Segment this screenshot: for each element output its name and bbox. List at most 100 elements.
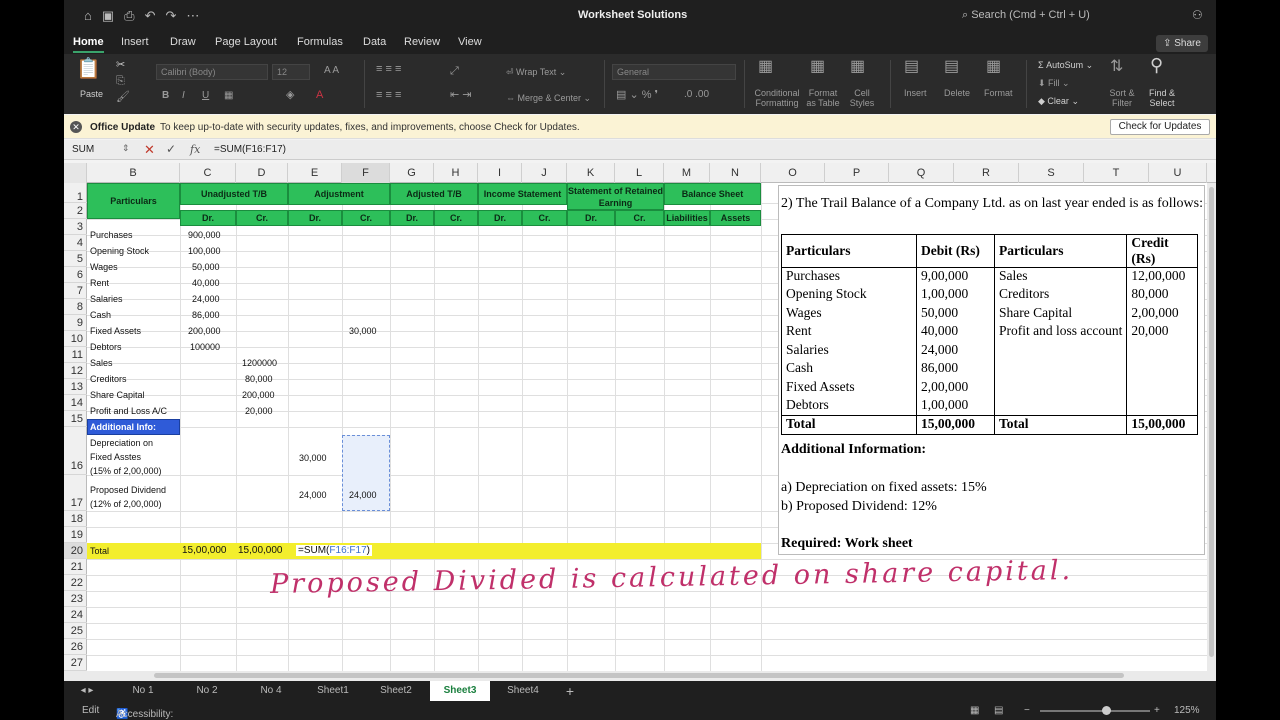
additional-info-cell[interactable]: Additional Info: bbox=[87, 419, 180, 435]
column-header[interactable]: G bbox=[390, 163, 434, 183]
cell-label[interactable]: Debtors bbox=[90, 342, 122, 352]
row-header[interactable]: 8 bbox=[64, 299, 87, 315]
scroll-thumb[interactable] bbox=[1209, 187, 1214, 657]
font-name-select[interactable]: Calibri (Body) bbox=[156, 64, 268, 80]
column-header[interactable]: J bbox=[522, 163, 567, 183]
tab-formulas[interactable]: Formulas bbox=[297, 36, 343, 48]
column-header[interactable]: N bbox=[710, 163, 761, 183]
indent-icon[interactable]: ⇤ ⇥ bbox=[450, 90, 472, 101]
active-cell-formula[interactable]: =SUM(F16:F17) bbox=[296, 545, 372, 556]
cut-icon[interactable]: ✂ bbox=[116, 60, 125, 71]
bold-icon[interactable]: B bbox=[162, 91, 169, 101]
tab-draw[interactable]: Draw bbox=[170, 36, 196, 48]
zoom-level[interactable]: 125% bbox=[1174, 705, 1200, 716]
column-header[interactable]: K bbox=[567, 163, 615, 183]
check-for-updates-button[interactable]: Check for Updates bbox=[1110, 119, 1210, 135]
cell-debit[interactable]: 900,000 bbox=[188, 230, 221, 240]
row-header[interactable]: 3 bbox=[64, 219, 87, 235]
align-top-icon[interactable]: ≡ ≡ ≡ bbox=[376, 64, 401, 75]
column-header[interactable]: I bbox=[478, 163, 522, 183]
page-layout-view-icon[interactable]: ▤ bbox=[994, 705, 1003, 716]
italic-icon[interactable]: I bbox=[182, 91, 185, 101]
row-header[interactable]: 1 bbox=[64, 183, 87, 203]
find-select-button[interactable]: Find & Select bbox=[1146, 88, 1178, 108]
column-header[interactable]: H bbox=[434, 163, 478, 183]
fill-button[interactable]: ⬇ Fill ⌄ bbox=[1038, 78, 1070, 88]
close-icon[interactable]: ✕ bbox=[70, 121, 82, 133]
clear-button[interactable]: ◆ Clear ⌄ bbox=[1038, 96, 1079, 106]
sheet-tab[interactable]: No 2 bbox=[178, 681, 236, 701]
merge-center-button[interactable]: ⇔ Merge & Center ⌄ bbox=[506, 93, 591, 103]
row-header[interactable]: 25 bbox=[64, 623, 87, 639]
normal-view-icon[interactable]: ▦ bbox=[970, 705, 979, 716]
fill-color-icon[interactable]: ◈ bbox=[286, 90, 294, 101]
tab-insert[interactable]: Insert bbox=[121, 36, 149, 48]
conditional-formatting-button[interactable]: Conditional Formatting bbox=[752, 88, 802, 108]
total-credit[interactable]: 15,00,000 bbox=[238, 545, 283, 556]
column-header[interactable]: R bbox=[954, 163, 1019, 183]
cell-debit[interactable]: 40,000 bbox=[192, 278, 220, 288]
number-format-select[interactable]: General bbox=[612, 64, 736, 80]
sheet-tab[interactable]: Sheet4 bbox=[494, 681, 552, 701]
enter-icon[interactable]: ✓ bbox=[166, 142, 176, 156]
cell-adjust-cr[interactable]: 30,000 bbox=[349, 326, 377, 336]
row-header[interactable]: 17 bbox=[64, 475, 87, 511]
font-size-select[interactable]: 12 bbox=[272, 64, 310, 80]
font-color-icon[interactable]: A bbox=[316, 90, 323, 101]
cell-label[interactable]: Wages bbox=[90, 262, 118, 272]
cell-adjust-dr[interactable]: 24,000 bbox=[299, 490, 327, 500]
sub-header[interactable]: Cr. bbox=[522, 210, 567, 226]
cell-adjust-cr[interactable]: 24,000 bbox=[349, 490, 377, 500]
home-icon[interactable]: ⌂ bbox=[84, 8, 92, 24]
row-header[interactable]: 11 bbox=[64, 347, 87, 363]
borders-icon[interactable]: ▦ bbox=[224, 91, 233, 101]
redo-icon[interactable]: ↷ bbox=[165, 8, 176, 24]
cancel-icon[interactable]: ✕ bbox=[144, 142, 155, 158]
format-cells-button[interactable]: Format bbox=[984, 88, 1013, 98]
prev-sheet-icon[interactable]: ◂ ▸ bbox=[72, 681, 102, 701]
row-header[interactable]: 14 bbox=[64, 395, 87, 411]
sub-header[interactable]: Assets bbox=[710, 210, 761, 226]
header-adjusted-tb[interactable]: Adjusted T/B bbox=[390, 183, 478, 205]
orientation-icon[interactable]: ⤢ bbox=[450, 66, 459, 77]
header-unadjusted-tb[interactable]: Unadjusted T/B bbox=[180, 183, 288, 205]
save-icon[interactable]: ▣ bbox=[102, 8, 114, 24]
sheet-tab[interactable]: No 4 bbox=[242, 681, 300, 701]
sheet-tab[interactable]: Sheet2 bbox=[366, 681, 426, 701]
collaborate-icon[interactable]: ⚇ bbox=[1192, 8, 1203, 22]
select-all-corner[interactable] bbox=[64, 163, 87, 183]
sheet-tab-active[interactable]: Sheet3 bbox=[430, 681, 490, 701]
row-header[interactable]: 16 bbox=[64, 427, 87, 475]
paste-button[interactable]: Paste bbox=[80, 89, 103, 99]
header-income-statement[interactable]: Income Statement bbox=[478, 183, 567, 205]
print-icon[interactable]: ⎙ bbox=[124, 8, 134, 24]
cell-label[interactable]: Fixed Assets bbox=[90, 326, 141, 336]
cell-styles-button[interactable]: Cell Styles bbox=[848, 88, 876, 108]
column-header[interactable]: B bbox=[87, 163, 180, 183]
row-header[interactable]: 15 bbox=[64, 411, 87, 427]
tab-view[interactable]: View bbox=[458, 36, 482, 48]
cell-label[interactable]: Purchases bbox=[90, 230, 133, 240]
row-header[interactable]: 27 bbox=[64, 655, 87, 671]
scroll-thumb[interactable] bbox=[154, 673, 1124, 678]
row-header[interactable]: 6 bbox=[64, 267, 87, 283]
column-header[interactable]: P bbox=[825, 163, 889, 183]
function-icon[interactable]: fx bbox=[190, 143, 200, 156]
delete-cells-button[interactable]: Delete bbox=[944, 88, 970, 98]
sheet-tab[interactable]: No 1 bbox=[114, 681, 172, 701]
cell-debit[interactable]: 50,000 bbox=[192, 262, 220, 272]
cell-debit[interactable]: 100,000 bbox=[188, 246, 221, 256]
tab-home[interactable]: Home bbox=[73, 36, 104, 53]
horizontal-scrollbar[interactable] bbox=[64, 671, 1216, 681]
cell-credit[interactable]: 1200000 bbox=[242, 358, 277, 368]
cell-label[interactable]: Share Capital bbox=[90, 390, 145, 400]
row-header[interactable]: 9 bbox=[64, 315, 87, 331]
undo-icon[interactable]: ↶ bbox=[145, 8, 156, 24]
align-left-icon[interactable]: ≡ ≡ ≡ bbox=[376, 90, 401, 101]
row-header[interactable]: 18 bbox=[64, 511, 87, 527]
column-header[interactable]: E bbox=[288, 163, 342, 183]
column-header[interactable]: T bbox=[1084, 163, 1149, 183]
column-header[interactable]: U bbox=[1149, 163, 1207, 183]
column-header[interactable]: D bbox=[236, 163, 288, 183]
name-box[interactable]: SUM bbox=[72, 144, 94, 155]
